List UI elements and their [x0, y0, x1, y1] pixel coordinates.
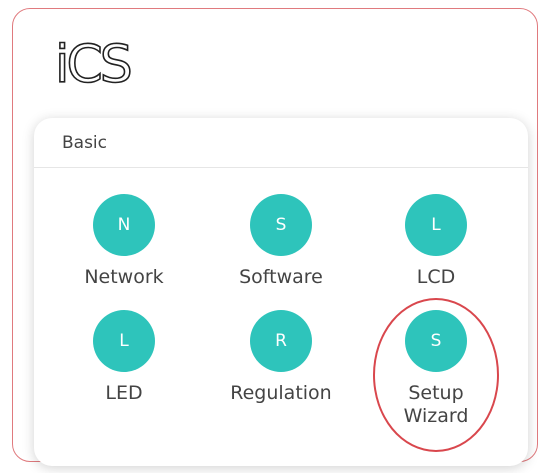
lcd-label: LCD [416, 266, 456, 288]
regulation-icon-letter: R [275, 331, 287, 351]
regulation-icon: R [250, 310, 312, 372]
app-logo: iCS [54, 35, 133, 95]
network-icon: N [93, 194, 155, 256]
led-icon-letter: L [119, 331, 129, 351]
network-tile[interactable]: N Network [44, 194, 204, 289]
software-tile[interactable]: S Software [201, 194, 361, 289]
regulation-label: Regulation [230, 382, 332, 404]
led-tile[interactable]: L LED [44, 310, 204, 405]
setup-wizard-tile[interactable]: S Setup Wizard [356, 310, 516, 428]
lcd-icon-letter: L [431, 215, 441, 235]
card-header: Basic [34, 118, 528, 168]
regulation-tile[interactable]: R Regulation [201, 310, 361, 405]
setup-wizard-icon-letter: S [430, 331, 442, 351]
lcd-icon: L [405, 194, 467, 256]
network-label: Network [84, 266, 164, 288]
card-title: Basic [62, 132, 108, 153]
led-label: LED [105, 382, 143, 404]
setup-wizard-icon: S [405, 310, 467, 372]
network-icon-letter: N [117, 215, 131, 235]
software-icon: S [250, 194, 312, 256]
software-label: Software [239, 266, 323, 288]
setup-wizard-label: Setup Wizard [403, 382, 469, 427]
lcd-tile[interactable]: L LCD [356, 194, 516, 289]
software-icon-letter: S [275, 215, 287, 235]
led-icon: L [93, 310, 155, 372]
basic-settings-card: Basic N Network S Software L LCD L LED R… [34, 118, 528, 466]
